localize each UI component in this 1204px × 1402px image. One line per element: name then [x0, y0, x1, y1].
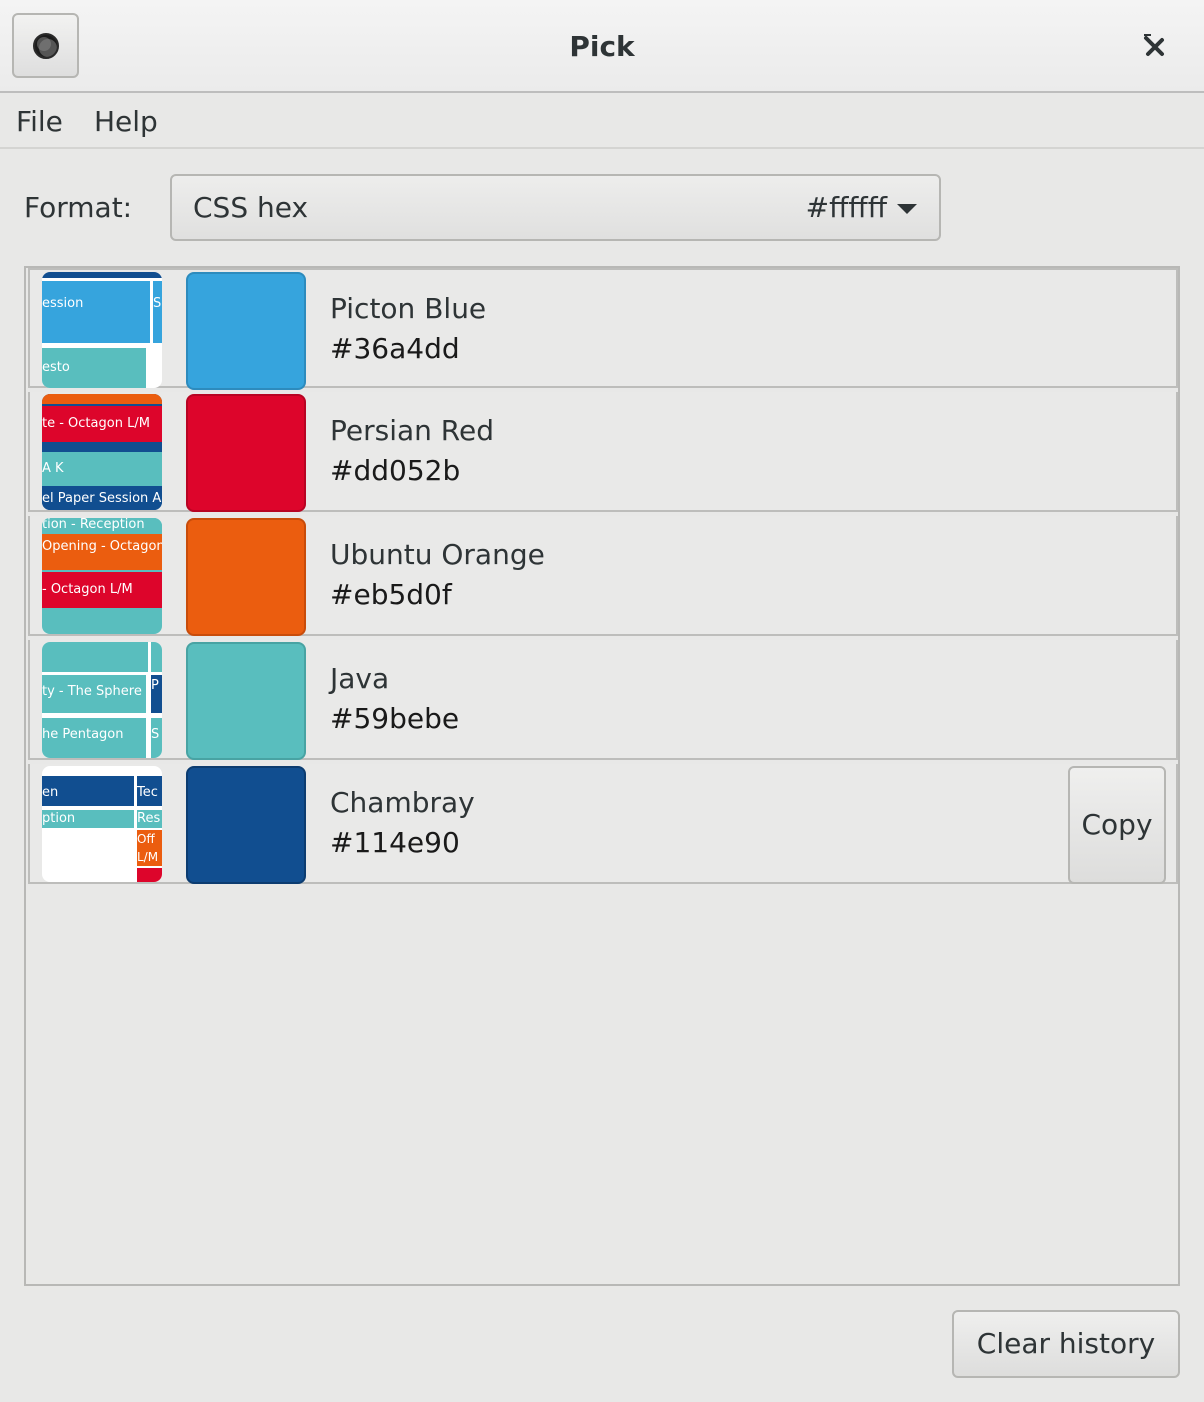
thumbnail-text: ption: [42, 810, 134, 828]
thumbnail-text: P: [151, 675, 162, 713]
screenshot-thumbnail: tion - Reception Opening - Octagon - Oct…: [42, 518, 162, 634]
color-name: Chambray: [330, 786, 475, 819]
thumbnail-text: Opening - Octagon: [42, 534, 162, 570]
thumbnail-text: Res: [137, 810, 162, 828]
history-list: ession S esto Picton Blue #36a4dd te - O…: [24, 266, 1180, 1286]
thumbnail-text: S: [151, 718, 162, 758]
screenshot-thumbnail: te - Octagon L/M A K el Paper Session A: [42, 394, 162, 510]
thumbnail-text: te - Octagon L/M: [42, 406, 162, 442]
menu-file[interactable]: File: [16, 93, 63, 149]
copy-button[interactable]: Copy: [1068, 766, 1166, 884]
thumbnail-text: S: [153, 281, 162, 343]
history-row[interactable]: ty - The Sphere P he Pentagon S Java #59…: [28, 640, 1178, 760]
color-hex: #dd052b: [330, 454, 461, 487]
thumbnail-text: esto: [42, 348, 146, 388]
history-row[interactable]: en Tec ption Res Off L/M Chambray #114e90…: [28, 764, 1178, 884]
clear-history-button[interactable]: Clear history: [952, 1310, 1180, 1378]
color-swatch: [186, 766, 306, 884]
thumbnail-text: el Paper Session A: [42, 488, 162, 510]
color-swatch: [186, 642, 306, 760]
color-hex: #36a4dd: [330, 332, 460, 365]
format-preview-value: #ffffff: [805, 191, 887, 224]
thumbnail-text: A K: [42, 452, 162, 486]
thumbnail-text: Off L/M: [137, 830, 162, 866]
color-name: Ubuntu Orange: [330, 538, 545, 571]
thumbnail-text: ty - The Sphere: [42, 675, 146, 713]
thumbnail-text: ession: [42, 281, 150, 343]
history-row[interactable]: tion - Reception Opening - Octagon - Oct…: [28, 516, 1178, 636]
color-name: Java: [330, 662, 390, 695]
thumbnail-text: L/M: [137, 850, 159, 864]
pick-color-button[interactable]: [12, 13, 79, 78]
color-swatch: [186, 518, 306, 636]
color-name: Persian Red: [330, 414, 494, 447]
history-row[interactable]: ession S esto Picton Blue #36a4dd: [28, 268, 1178, 390]
color-swatch: [186, 272, 306, 390]
pick-window: Pick File Help Format: CSS hex #ffffff e…: [0, 0, 1204, 1402]
format-dropdown[interactable]: CSS hex #ffffff: [170, 174, 941, 241]
color-swatch: [186, 394, 306, 512]
screenshot-thumbnail: en Tec ption Res Off L/M: [42, 766, 162, 882]
thumbnail-text: - Octagon L/M: [42, 572, 162, 608]
color-name: Picton Blue: [330, 292, 487, 325]
screenshot-thumbnail: ty - The Sphere P he Pentagon S: [42, 642, 162, 758]
titlebar: Pick: [0, 0, 1204, 93]
thumbnail-text: Off: [137, 832, 155, 846]
thumbnail-text: en: [42, 776, 134, 806]
thumbnail-text: Tec: [137, 776, 162, 806]
menu-help[interactable]: Help: [94, 93, 158, 149]
eyedropper-lens-icon: [32, 32, 59, 59]
close-button[interactable]: [1130, 22, 1178, 70]
color-hex: #59bebe: [330, 702, 460, 735]
screenshot-thumbnail: ession S esto: [42, 272, 162, 388]
format-label: Format:: [24, 191, 133, 224]
thumbnail-text: tion - Reception: [42, 518, 162, 532]
menubar: File Help: [0, 93, 1204, 149]
history-row[interactable]: te - Octagon L/M A K el Paper Session A …: [28, 392, 1178, 512]
color-hex: #114e90: [330, 826, 460, 859]
thumbnail-text: he Pentagon: [42, 718, 146, 758]
close-icon: [1144, 34, 1164, 56]
chevron-down-icon: [897, 204, 917, 214]
format-selected-value: CSS hex: [193, 191, 309, 224]
color-hex: #eb5d0f: [330, 578, 452, 611]
window-title: Pick: [569, 30, 635, 63]
